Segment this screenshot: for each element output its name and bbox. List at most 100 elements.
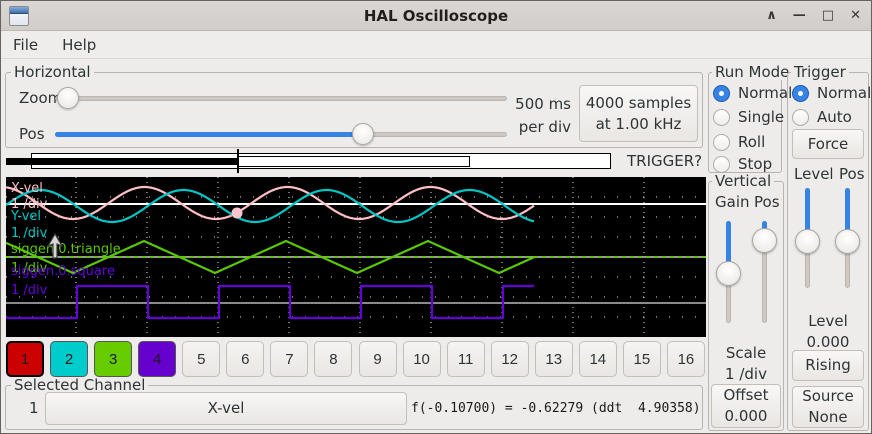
channel-button-12[interactable]: 12 [491,341,529,377]
channel-button-11[interactable]: 11 [447,341,485,377]
samples-line2: at 1.00 kHz [596,114,682,135]
trigger-pos-label: Pos [839,165,865,183]
channel-label-triangle: siggen.0.triangle [11,243,121,257]
trigger-mode-normal[interactable]: Normal [792,84,871,102]
run-mode-single-label: Single [738,108,784,126]
trigger-level-slider-thumb[interactable] [795,229,820,254]
menubar: File Help [1,32,871,59]
channel-button-2[interactable]: 2 [50,341,88,377]
titlebar: HAL Oscilloscope ∧ — □ ✕ [1,1,871,31]
channel-button-14[interactable]: 14 [579,341,617,377]
trigger-status-label: TRIGGER? [627,152,702,170]
channel-button-15[interactable]: 15 [623,341,661,377]
channel-button-9[interactable]: 9 [359,341,397,377]
channel-source-button[interactable]: X-vel [45,392,407,425]
run-mode-normal[interactable]: Normal [713,84,792,102]
trigger-position-marker[interactable] [237,149,239,173]
gain-slider-thumb[interactable] [716,261,741,286]
minimize-icon[interactable]: — [793,1,806,31]
scale-value: 1 /div [708,364,784,385]
trigger-pos-slider[interactable] [835,188,861,288]
radio-trigger-auto-icon[interactable] [792,109,809,126]
trigger-level-caption: Level [787,311,869,332]
radio-trigger-normal-icon[interactable] [792,85,809,102]
horizontal-pos-slider[interactable] [55,123,507,145]
channel-label-y-vel: Y-vel [11,210,41,224]
trigger-auto-label: Auto [817,108,852,126]
horizontal-group-label: Horizontal [11,64,94,80]
channel-button-5[interactable]: 5 [182,341,220,377]
run-mode-roll[interactable]: Roll [713,133,765,151]
vertical-group-label: Vertical [712,173,774,189]
channel-button-7[interactable]: 7 [270,341,308,377]
trigger-source-value: None [808,407,847,428]
timebase-value: 500 ms [506,93,571,116]
run-mode-single[interactable]: Single [713,108,784,126]
trigger-source-button[interactable]: Source None [792,386,864,428]
zoom-slider-thumb[interactable] [57,87,79,109]
samples-button[interactable]: 4000 samples at 1.00 kHz [579,85,698,142]
channel-button-10[interactable]: 10 [403,341,441,377]
channel-label-x-vel: X-vel [11,182,43,196]
run-mode-stop[interactable]: Stop [713,155,772,173]
zoom-slider[interactable] [55,87,507,109]
app-window: HAL Oscilloscope ∧ — □ ✕ File Help Horiz… [0,0,872,434]
channel-button-row: 12345678910111213141516 [6,341,705,377]
menu-file[interactable]: File [1,32,50,58]
trigger-source-caption: Source [802,386,854,407]
timebase-readout: 500 ms per div [506,93,571,139]
trigger-edge-button[interactable]: Rising [792,350,864,381]
channel-button-1[interactable]: 1 [6,341,44,377]
run-mode-group-label: Run Mode [712,64,792,80]
force-button[interactable]: Force [792,129,864,159]
menu-help[interactable]: Help [50,32,108,58]
radio-roll-icon[interactable] [713,134,730,151]
probe-readout: f(-0.10700) = -0.62279 (ddt 4.90358) [411,401,701,416]
samples-line1: 4000 samples [586,93,691,114]
horizontal-pos-slider-thumb[interactable] [352,123,374,145]
channel-button-8[interactable]: 8 [314,341,352,377]
gain-slider[interactable] [716,221,742,323]
run-mode-stop-label: Stop [738,155,772,173]
offset-value: 0.000 [725,406,768,427]
pos-label: Pos [19,125,45,143]
maximize-icon[interactable]: □ [822,1,834,31]
channel-button-6[interactable]: 6 [226,341,264,377]
trigger-normal-label: Normal [817,84,871,102]
selected-channel-number: 1 [29,399,39,417]
channel-label-square: siggen.0.square [11,265,115,279]
radio-normal-icon[interactable] [713,85,730,102]
trigger-level-slider[interactable] [795,188,821,288]
offset-button[interactable]: Offset 0.000 [711,384,781,428]
channel-scale-y-vel: 1 /div [11,227,47,241]
scope-display[interactable]: X-vel 1 /div Y-vel 1 /div siggen.0.trian… [6,177,706,337]
selected-channel-group-label: Selected Channel [11,377,148,393]
shade-icon[interactable]: ∧ [766,1,777,31]
close-icon[interactable]: ✕ [850,1,861,31]
horizontal-pos-slider-fill [55,132,363,137]
channel-button-16[interactable]: 16 [667,341,705,377]
zoom-slider-track[interactable] [55,96,507,101]
trigger-edge-label: Rising [805,355,851,376]
channel-button-13[interactable]: 13 [535,341,573,377]
radio-stop-icon[interactable] [713,156,730,173]
vertical-pos-label: Pos [754,193,780,211]
trigger-pos-slider-thumb[interactable] [835,229,860,254]
run-mode-normal-label: Normal [738,84,792,102]
vertical-pos-slider[interactable] [752,221,778,323]
trigger-mode-auto[interactable]: Auto [792,108,852,126]
mouse-cursor-icon [45,233,65,261]
scope-canvas[interactable] [6,177,706,337]
channel-scale-square: 1 /div [11,284,47,298]
trigger-level-label: Level [794,165,834,183]
pretrigger-bar [6,158,239,165]
channel-source-label: X-vel [208,398,245,419]
channel-button-3[interactable]: 3 [94,341,132,377]
channel-button-4[interactable]: 4 [138,341,176,377]
probe-dot[interactable] [232,208,243,219]
trigger-level-readout: Level 0.000 [787,311,869,353]
radio-single-icon[interactable] [713,109,730,126]
scale-caption: Scale [708,343,784,364]
vertical-pos-slider-thumb[interactable] [752,228,777,253]
trigger-group-label: Trigger [791,64,849,80]
